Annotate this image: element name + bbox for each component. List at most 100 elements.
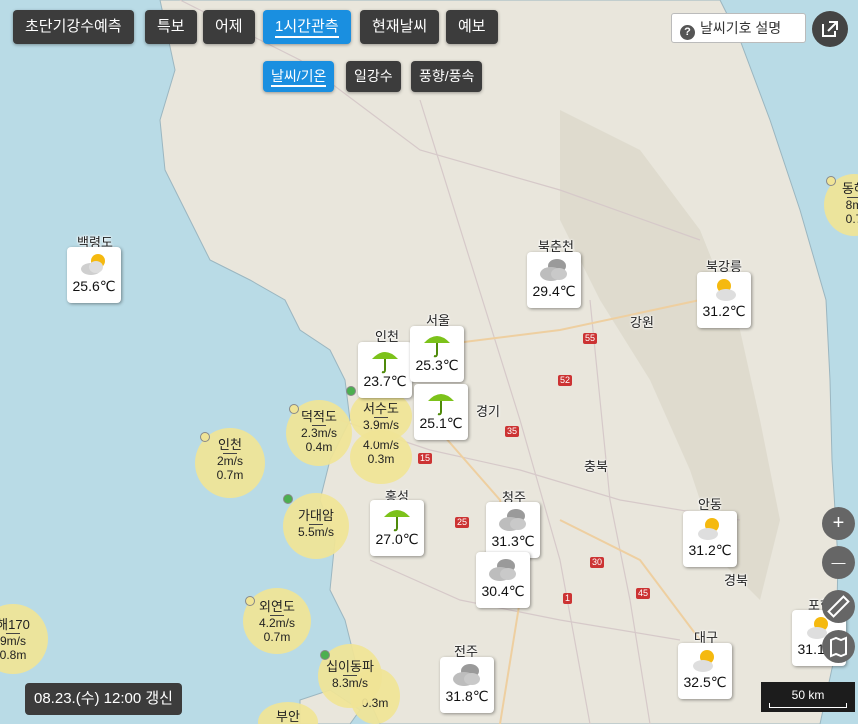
cloudy-icon xyxy=(453,664,480,686)
subtab-label: 날씨/기온 xyxy=(271,68,327,87)
route-marker: 30 xyxy=(590,557,605,568)
weather-card[interactable]: 30.4℃ xyxy=(476,552,530,608)
subtab-daily-precip[interactable]: 일강수 xyxy=(346,61,401,92)
buoy-wave: 0.4m xyxy=(305,440,333,454)
buoy-name: 부안 xyxy=(276,709,300,724)
weather-card[interactable]: 31.3℃ xyxy=(486,502,540,558)
tab-label: 특보 xyxy=(157,18,185,35)
weather-card[interactable]: 32.5℃ xyxy=(678,643,732,699)
buoy-name: 가대암 xyxy=(298,508,334,523)
scale-line xyxy=(769,703,847,708)
tab-forecast[interactable]: 예보 xyxy=(446,10,498,44)
weather-card[interactable]: 25.3℃ xyxy=(410,326,464,382)
scale-bar: 50 km xyxy=(761,682,855,712)
station-dot xyxy=(283,494,293,504)
temperature: 29.4℃ xyxy=(532,283,576,299)
zoom-in-label: + xyxy=(832,512,845,534)
region-label: 경북 xyxy=(724,573,748,588)
route-marker: 25 xyxy=(455,517,470,528)
update-time: 08.23.(수) 12:00 갱신 xyxy=(25,683,182,715)
weather-symbol-legend-button[interactable]: ? 날씨기호 설명 xyxy=(671,13,806,43)
route-marker: 55 xyxy=(583,333,598,344)
buoy-dot xyxy=(289,404,299,414)
temperature: 32.5℃ xyxy=(683,674,727,690)
weather-card[interactable]: 31.8℃ xyxy=(440,657,494,713)
ruler-icon xyxy=(827,595,850,618)
temperature: 25.6℃ xyxy=(72,278,116,294)
weather-card[interactable]: 29.4℃ xyxy=(527,252,581,308)
scale-label: 50 km xyxy=(791,688,825,702)
temperature: 31.2℃ xyxy=(688,542,732,558)
buoy-wave: 0.3m xyxy=(367,452,395,466)
buoy-wind: 2.3m/s xyxy=(300,426,337,440)
weather-card[interactable]: 23.7℃ xyxy=(358,342,412,398)
weather-card[interactable]: 25.1℃ xyxy=(414,384,468,440)
buoy-wind: 8.3m/s xyxy=(331,676,368,690)
temperature: 31.8℃ xyxy=(445,688,489,704)
tab-label: 어제 xyxy=(215,18,243,35)
buoy-bubble[interactable]: 가대암 5.5m/s xyxy=(283,493,349,559)
zoom-out-button[interactable]: — xyxy=(822,546,855,579)
weather-card[interactable]: 31.2℃ xyxy=(683,511,737,567)
region-label: 강원 xyxy=(630,315,654,330)
tab-warnings[interactable]: 특보 xyxy=(145,10,197,44)
rain-umbrella-icon xyxy=(384,510,410,532)
cloudy-icon xyxy=(489,559,516,581)
route-marker: 45 xyxy=(636,588,651,599)
tab-label: 초단기강수예측 xyxy=(25,18,122,35)
temperature: 23.7℃ xyxy=(363,373,407,389)
map-layer-button[interactable] xyxy=(822,630,855,663)
route-marker: 15 xyxy=(418,453,433,464)
tab-label: 예보 xyxy=(458,18,486,35)
rain-umbrella-icon xyxy=(424,336,450,358)
buoy-dot xyxy=(245,596,255,606)
buoy-wave: 0.7m xyxy=(216,468,244,482)
station-dot xyxy=(320,650,330,660)
subtab-label: 풍향/풍속 xyxy=(419,68,475,84)
buoy-name: 서수도 xyxy=(363,401,399,416)
route-marker: 35 xyxy=(505,426,520,437)
subtab-weather-temp[interactable]: 날씨/기온 xyxy=(263,61,335,92)
ruler-button[interactable] xyxy=(822,590,855,623)
buoy-bubble[interactable]: 부안 xyxy=(258,702,318,724)
external-link-button[interactable] xyxy=(812,11,848,47)
zoom-in-button[interactable]: + xyxy=(822,507,855,540)
station-dot xyxy=(346,386,356,396)
weather-card[interactable]: 25.6℃ xyxy=(67,247,121,303)
buoy-name: 해170 xyxy=(0,617,30,632)
buoy-dot xyxy=(826,176,836,186)
partly-cloudy-icon xyxy=(81,254,105,275)
temperature: 25.1℃ xyxy=(419,415,463,431)
map-icon xyxy=(830,636,847,658)
route-marker: 1 xyxy=(563,593,573,604)
buoy-wind: 3.9m/s xyxy=(362,418,399,432)
tab-current-weather[interactable]: 현재날씨 xyxy=(360,10,440,44)
question-icon: ? xyxy=(680,25,695,40)
buoy-wave: 0.7 xyxy=(845,212,858,226)
buoy-wave: 0.8m xyxy=(0,648,27,662)
partly-cloudy-icon xyxy=(693,650,714,672)
cloudy-icon xyxy=(499,509,526,531)
subtab-label: 일강수 xyxy=(354,68,393,84)
partly-cloudy-icon xyxy=(716,279,736,301)
temperature: 30.4℃ xyxy=(481,583,525,599)
weather-card[interactable]: 27.0℃ xyxy=(370,500,424,556)
tab-hourly-observation[interactable]: 1시간관측 xyxy=(263,10,351,44)
temperature: 31.3℃ xyxy=(491,533,535,549)
external-link-icon xyxy=(822,21,838,37)
weather-card[interactable]: 31.2℃ xyxy=(697,272,751,328)
subtab-wind[interactable]: 풍향/풍속 xyxy=(411,61,483,92)
region-label: 경기 xyxy=(476,404,500,419)
zoom-out-label: — xyxy=(831,554,846,570)
tab-label: 현재날씨 xyxy=(372,18,428,35)
tab-yesterday[interactable]: 어제 xyxy=(203,10,255,44)
tab-short-term-precip[interactable]: 초단기강수예측 xyxy=(13,10,134,44)
temperature: 27.0℃ xyxy=(375,531,419,547)
temperature: 31.2℃ xyxy=(702,303,746,319)
temperature: 25.3℃ xyxy=(415,357,459,373)
buoy-wind: 5.5m/s xyxy=(297,525,334,539)
buoy-wind: 8m xyxy=(845,198,858,212)
buoy-wind: 9m/s xyxy=(0,634,26,648)
rain-umbrella-icon xyxy=(372,352,398,374)
buoy-dot xyxy=(200,432,210,442)
